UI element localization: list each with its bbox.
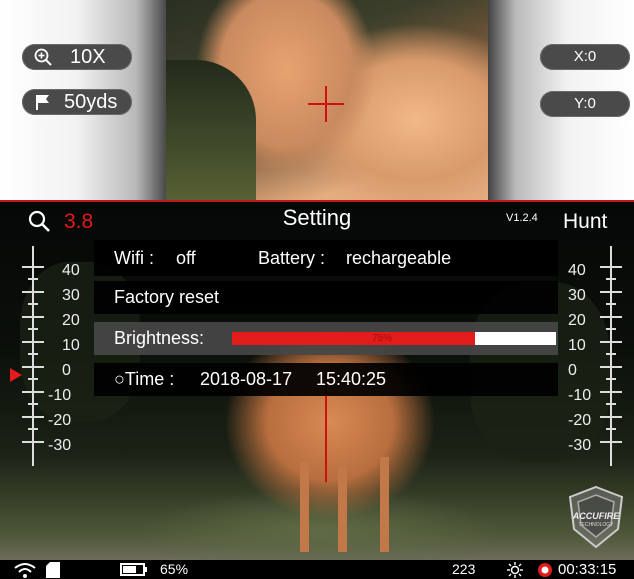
scale-minor-tick [606, 278, 616, 280]
scale-tick [600, 341, 622, 343]
scale-tick [22, 266, 44, 268]
menu-row-time[interactable]: ○Time : 2018-08-17 15:40:25 [94, 363, 558, 396]
record-icon [538, 563, 552, 577]
scale-tick [22, 391, 44, 393]
mode-label: Hunt [563, 210, 608, 233]
scale-tick [600, 441, 622, 443]
time-label: ○Time : [114, 369, 175, 389]
scale-minor-tick [606, 378, 616, 380]
menu-row-wifi-battery[interactable]: Wifi : off Battery : rechargeable [94, 240, 558, 276]
left-zero-marker [10, 368, 22, 382]
scale-label: 30 [62, 287, 80, 304]
scale-minor-tick [28, 328, 38, 330]
battery-label: Battery : [258, 248, 326, 268]
scale-label: 30 [568, 287, 586, 304]
right-elevation-scale: 40 30 20 10 0 -10 -20 -30 [566, 232, 634, 492]
scale-tick [22, 316, 44, 318]
scale-label: -20 [568, 412, 592, 429]
scale-tick [600, 266, 622, 268]
battery-value[interactable]: rechargeable [346, 240, 451, 276]
scale-tick [22, 416, 44, 418]
frame-counter: 223 [452, 561, 476, 577]
flag-icon [36, 95, 49, 110]
scale-label: 20 [568, 312, 586, 329]
x-offset-pill[interactable]: X:0 [540, 44, 630, 70]
battery-percent: 65% [160, 561, 189, 577]
scale-minor-tick [28, 403, 38, 405]
page-title: Setting [282, 205, 352, 230]
brightness-percent: 75% [372, 333, 393, 344]
scale-tick [600, 416, 622, 418]
scale-label: -30 [568, 437, 592, 454]
scale-minor-tick [28, 428, 38, 430]
scale-minor-tick [606, 353, 616, 355]
logo-brand: ACCUFIRE [572, 511, 620, 521]
zoom-view-image [166, 0, 488, 200]
scale-tick [22, 291, 44, 293]
time-clock[interactable]: 15:40:25 [316, 363, 386, 396]
wifi-value[interactable]: off [176, 240, 196, 276]
scale-label: -20 [48, 412, 72, 429]
brightness-sun-icon [507, 562, 523, 578]
main-view: 3.8 Setting V1.2.4 Hunt 40 30 20 10 0 -10 -20-… [0, 200, 634, 562]
scale-tick [600, 366, 622, 368]
menu-row-brightness[interactable]: Brightness: 75% [94, 322, 558, 355]
version-label: V1.2.4 [506, 212, 538, 224]
scale-minor-tick [28, 378, 38, 380]
scale-tick [22, 341, 44, 343]
scale-label: 0 [568, 362, 577, 379]
scale-tick [22, 441, 44, 443]
zoom-view: 10X 50yds X:0 Y:0 [0, 0, 634, 200]
time-date[interactable]: 2018-08-17 [200, 363, 292, 396]
brightness-label: Brightness: [114, 328, 205, 348]
scale-minor-tick [606, 303, 616, 305]
range-pill[interactable]: 50yds [22, 89, 132, 115]
scale-minor-tick [606, 328, 616, 330]
scale-tick [600, 291, 622, 293]
accufire-logo: ACCUFIRE TECHNOLOGY [566, 485, 626, 549]
zoom-view-shadow [166, 60, 256, 200]
scale-tick [600, 316, 622, 318]
scale-tick [600, 391, 622, 393]
scale-tick [22, 366, 44, 368]
scale-minor-tick [606, 403, 616, 405]
deer-leg [380, 457, 389, 552]
deer-leg [338, 467, 347, 552]
scale-label: 10 [568, 337, 586, 354]
scale-label: -10 [568, 387, 592, 404]
brightness-slider[interactable]: 75% [232, 332, 556, 345]
scale-label: 40 [62, 262, 80, 279]
scale-minor-tick [28, 303, 38, 305]
deer-leg [300, 462, 309, 552]
zoom-crosshair-vertical [325, 86, 327, 122]
y-offset-pill[interactable]: Y:0 [540, 91, 630, 117]
scale-label: 0 [62, 362, 71, 379]
range-label: 50yds [64, 91, 118, 113]
sd-card-icon [46, 562, 60, 578]
recording-time: 00:33:15 [558, 561, 617, 578]
scale-label: 10 [62, 337, 80, 354]
battery-icon [120, 563, 147, 576]
logo-sub: TECHNOLOGY [578, 522, 614, 528]
menu-row-factory-reset[interactable]: Factory reset [94, 281, 558, 314]
scale-minor-tick [28, 353, 38, 355]
status-bar: 65% 223 00:33:15 [0, 560, 634, 579]
scale-minor-tick [28, 278, 38, 280]
wifi-icon [14, 563, 36, 578]
zoom-level-pill[interactable]: 10X [22, 44, 132, 70]
wifi-label: Wifi : [114, 248, 154, 268]
scale-label: 40 [568, 262, 586, 279]
zoom-in-icon [34, 48, 52, 66]
scale-label: 20 [62, 312, 80, 329]
scale-minor-tick [606, 428, 616, 430]
scale-label: -30 [48, 437, 72, 454]
left-elevation-scale: 40 30 20 10 0 -10 -20 -30 [18, 232, 98, 492]
brightness-fill [232, 332, 475, 345]
factory-reset-label: Factory reset [114, 287, 220, 307]
scale-label: -10 [48, 387, 72, 404]
zoom-level-label: 10X [70, 46, 106, 68]
